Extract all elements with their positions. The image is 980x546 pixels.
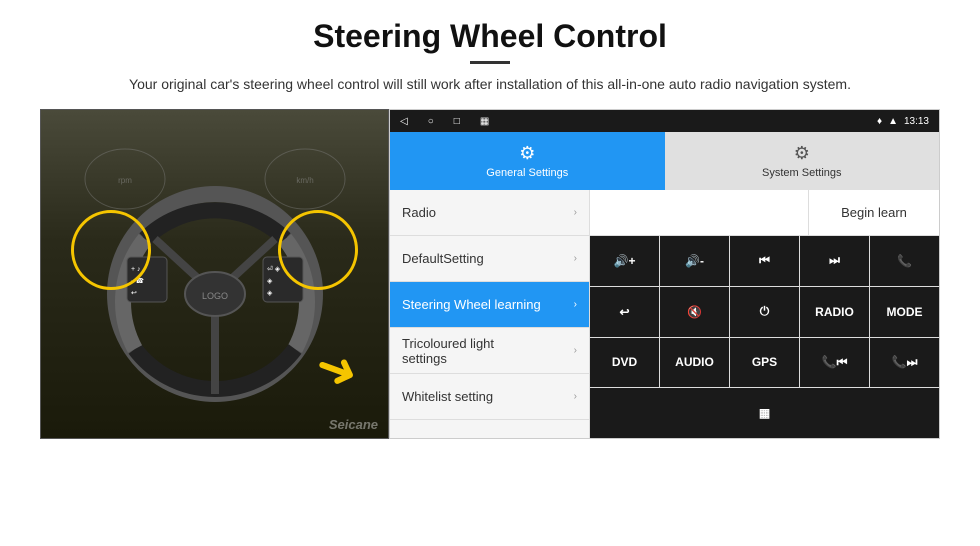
title-divider xyxy=(470,61,510,64)
main-content: rpm km/h xyxy=(40,109,940,439)
return-button[interactable]: ↩ xyxy=(590,287,660,337)
phone-button[interactable]: 📞 xyxy=(870,236,939,286)
phone-icon: 📞 xyxy=(897,254,912,268)
prev-track-icon: ⏮ xyxy=(759,253,770,268)
system-settings-icon: ⚙ xyxy=(794,143,810,164)
button-grid: 🔊+ 🔊- ⏮ ⏭ 📞 xyxy=(590,236,939,438)
phone-next-icon: 📞⏭ xyxy=(892,355,918,370)
page-container: Steering Wheel Control Your original car… xyxy=(0,0,980,546)
home-icon[interactable]: ○ xyxy=(428,116,434,127)
chevron-icon: › xyxy=(574,207,577,218)
mute-button[interactable]: 🔇 xyxy=(660,287,730,337)
menu-whitelist-label: Whitelist setting xyxy=(402,389,493,404)
volume-up-icon: 🔊+ xyxy=(614,254,636,268)
tab-general-settings[interactable]: ⚙ General Settings xyxy=(390,132,665,190)
menu-item-radio[interactable]: Radio › xyxy=(390,190,589,236)
prev-track-button[interactable]: ⏮ xyxy=(730,236,800,286)
settings-main: Radio › DefaultSetting › Steering Wheel … xyxy=(390,190,939,438)
tab-system-settings[interactable]: ⚙ System Settings xyxy=(665,132,940,190)
menu-grid-icon: ▦ xyxy=(759,406,770,420)
menu-steering-label: Steering Wheel learning xyxy=(402,297,541,312)
volume-down-button[interactable]: 🔊- xyxy=(660,236,730,286)
audio-label: AUDIO xyxy=(675,355,714,369)
status-bar-right: ♦ ▲ 13:13 xyxy=(877,116,929,127)
car-image-area: rpm km/h xyxy=(40,109,389,439)
highlight-circle-left xyxy=(71,210,151,290)
phone-prev-icon: 📞⏮ xyxy=(822,355,848,370)
button-row-2: ↩ 🔇 ⏻ RADIO MOD xyxy=(590,287,939,338)
dvd-label: DVD xyxy=(612,355,637,369)
menu-icon[interactable]: ▦ xyxy=(480,116,489,127)
time-display: 13:13 xyxy=(904,116,929,127)
mode-button[interactable]: MODE xyxy=(870,287,939,337)
button-row-3: DVD AUDIO GPS 📞⏮ xyxy=(590,338,939,389)
panel-blank-area xyxy=(590,190,809,235)
svg-text:rpm: rpm xyxy=(118,176,132,185)
power-button[interactable]: ⏻ xyxy=(730,287,800,337)
menu-item-whitelist[interactable]: Whitelist setting › xyxy=(390,374,589,420)
settings-tabs: ⚙ General Settings ⚙ System Settings xyxy=(390,132,939,190)
button-row-1: 🔊+ 🔊- ⏮ ⏭ 📞 xyxy=(590,236,939,287)
chevron-icon: › xyxy=(574,391,577,402)
svg-text:◈: ◈ xyxy=(267,290,273,297)
phone-prev-button[interactable]: 📞⏮ xyxy=(800,338,870,388)
begin-learn-button[interactable]: Begin learn xyxy=(809,190,939,235)
settings-menu: Radio › DefaultSetting › Steering Wheel … xyxy=(390,190,590,438)
svg-text:⏎ ◈: ⏎ ◈ xyxy=(267,265,281,273)
svg-text:◈: ◈ xyxy=(267,278,273,285)
android-ui: ◁ ○ □ ▦ ♦ ▲ 13:13 ⚙ General Settings xyxy=(389,109,940,439)
recent-icon[interactable]: □ xyxy=(454,116,460,127)
general-settings-icon: ⚙ xyxy=(519,143,535,164)
menu-item-tricoloured[interactable]: Tricoloured lightsettings › xyxy=(390,328,589,374)
menu-item-steering-wheel[interactable]: Steering Wheel learning › xyxy=(390,282,589,328)
panel-top-row: Begin learn xyxy=(590,190,939,236)
menu-tricoloured-label: Tricoloured lightsettings xyxy=(402,336,494,366)
gps-label: GPS xyxy=(752,355,777,369)
highlight-circle-right xyxy=(278,210,358,290)
dvd-button[interactable]: DVD xyxy=(590,338,660,388)
mute-icon: 🔇 xyxy=(687,305,702,319)
gps-button[interactable]: GPS xyxy=(730,338,800,388)
back-icon[interactable]: ◁ xyxy=(400,116,408,127)
tab-system-label: System Settings xyxy=(762,167,841,179)
phone-next-button[interactable]: 📞⏭ xyxy=(870,338,939,388)
audio-button[interactable]: AUDIO xyxy=(660,338,730,388)
status-bar: ◁ ○ □ ▦ ♦ ▲ 13:13 xyxy=(390,110,939,132)
wifi-icon: ▲ xyxy=(888,116,898,127)
menu-defaultsetting-label: DefaultSetting xyxy=(402,251,484,266)
location-icon: ♦ xyxy=(877,116,882,127)
volume-up-button[interactable]: 🔊+ xyxy=(590,236,660,286)
next-track-button[interactable]: ⏭ xyxy=(800,236,870,286)
tab-general-label: General Settings xyxy=(486,167,568,179)
chevron-icon: › xyxy=(574,253,577,264)
radio-label: RADIO xyxy=(815,305,854,319)
radio-button[interactable]: RADIO xyxy=(800,287,870,337)
menu-radio-label: Radio xyxy=(402,205,436,220)
watermark-text: Seicane xyxy=(329,417,378,432)
power-icon: ⏻ xyxy=(760,304,770,319)
svg-text:↩: ↩ xyxy=(131,290,137,297)
volume-down-icon: 🔊- xyxy=(685,254,704,268)
nav-icons: ◁ ○ □ ▦ xyxy=(400,116,489,127)
svg-text:LOGO: LOGO xyxy=(201,291,227,301)
menu-grid-button[interactable]: ▦ xyxy=(590,388,939,438)
mode-label: MODE xyxy=(887,305,923,319)
next-track-icon: ⏭ xyxy=(829,253,840,268)
return-icon: ↩ xyxy=(619,305,629,319)
chevron-icon: › xyxy=(574,345,577,356)
menu-item-defaultsetting[interactable]: DefaultSetting › xyxy=(390,236,589,282)
svg-text:km/h: km/h xyxy=(296,176,313,185)
button-row-4: ▦ xyxy=(590,388,939,438)
page-subtitle: Your original car's steering wheel contr… xyxy=(129,74,851,95)
chevron-icon: › xyxy=(574,299,577,310)
settings-panel: Begin learn 🔊+ 🔊- xyxy=(590,190,939,438)
page-title: Steering Wheel Control xyxy=(313,18,667,55)
